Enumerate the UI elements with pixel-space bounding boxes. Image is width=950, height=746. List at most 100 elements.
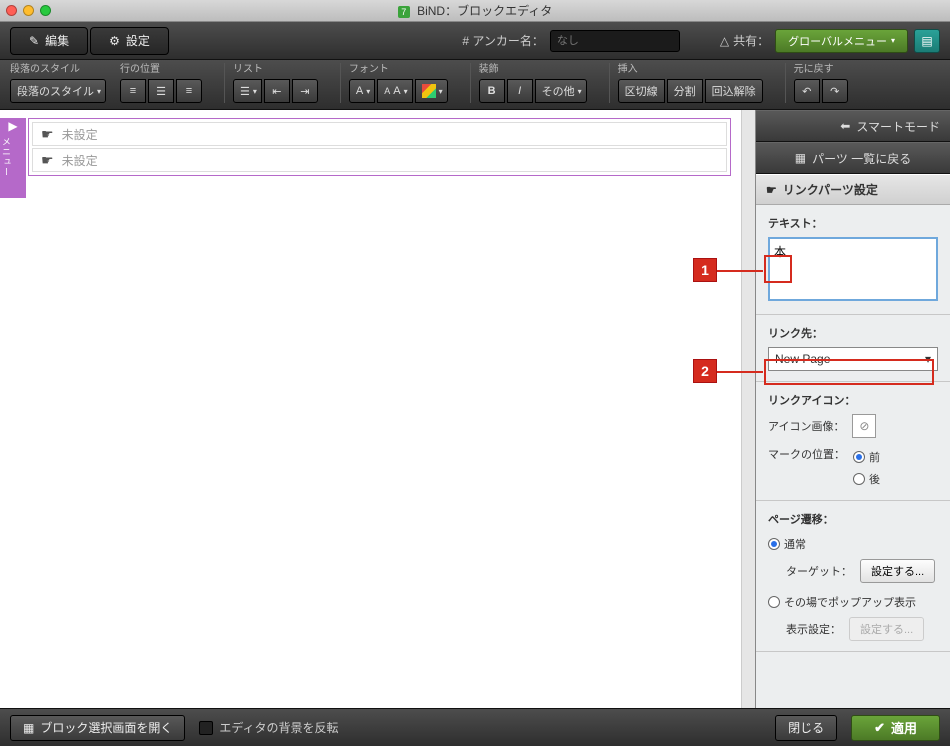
hr-button[interactable]: 区切線 (618, 79, 665, 103)
separator (609, 63, 610, 103)
radio-label: 前 (869, 449, 880, 465)
top-tab-bar: ✎ 編集 ⚙ 設定 # アンカー名： △ 共有： グローバルメニュー ▾ ▤ (0, 22, 950, 60)
tab-edit[interactable]: ✎ 編集 (10, 27, 88, 55)
group-label: リスト (233, 60, 318, 79)
button-label: グローバルメニュー (788, 33, 887, 49)
link-target-select[interactable]: New Page ▾ (768, 347, 938, 371)
font-family-dropdown[interactable]: A▾ (349, 79, 375, 103)
field-label: テキスト： (768, 215, 938, 231)
group-label: 元に戻す (794, 60, 848, 79)
list-icon: ☰ (240, 85, 250, 98)
play-icon: ▶ (0, 118, 26, 133)
mark-position-after[interactable]: 後 (853, 468, 880, 490)
window-title: 7 BiND：ブロックエディタ (0, 2, 950, 19)
row-label: 未設定 (62, 126, 98, 143)
font-size-dropdown[interactable]: AA▾ (377, 79, 412, 103)
help-icon-button[interactable]: ▤ (914, 29, 940, 53)
separator (785, 63, 786, 103)
display-settings-button: 設定する... (849, 617, 924, 641)
other-decoration-dropdown[interactable]: その他▾ (535, 79, 587, 103)
global-menu-button[interactable]: グローバルメニュー ▾ (775, 29, 908, 53)
share-icon: △ (720, 34, 729, 48)
align-left-icon: ≡ (130, 85, 136, 97)
radio-icon (768, 596, 780, 608)
bold-button[interactable]: B (479, 79, 505, 103)
align-right-icon: ≡ (186, 85, 192, 97)
transition-popup[interactable]: その場でポップアップ表示 (768, 591, 938, 613)
invert-bg-checkbox[interactable]: エディタの背景を反転 (199, 719, 338, 736)
radio-label: 通常 (784, 536, 806, 552)
window-titlebar: 7 BiND：ブロックエディタ (0, 0, 950, 22)
anchor-label: # アンカー名： (462, 32, 544, 49)
separator (340, 63, 341, 103)
back-to-parts-list-button[interactable]: ▦ パーツ 一覧に戻る (756, 142, 950, 174)
radio-label: 後 (869, 471, 880, 487)
font-color-dropdown[interactable]: ▾ (415, 79, 448, 103)
align-right-button[interactable]: ≡ (176, 79, 202, 103)
window-title-text: BiND：ブロックエディタ (417, 4, 552, 18)
panel-section-title: ☛ リンクパーツ設定 (756, 174, 950, 205)
align-center-button[interactable]: ☰ (148, 79, 174, 103)
group-label: 装飾 (479, 60, 587, 79)
tab-label: 編集 (45, 32, 69, 49)
side-panel: ⬅ スマートモード ▦ パーツ 一覧に戻る ☛ リンクパーツ設定 テキスト： リ… (755, 110, 950, 708)
italic-button[interactable]: I (507, 79, 533, 103)
smart-mode-button[interactable]: ⬅ スマートモード (756, 110, 950, 142)
undo-button[interactable]: ↶ (794, 79, 820, 103)
caret-down-icon: ▾ (366, 87, 370, 96)
block-side-strip[interactable]: ▶ メニュー (0, 118, 26, 198)
transition-normal[interactable]: 通常 (768, 533, 938, 555)
align-center-icon: ☰ (156, 85, 166, 98)
group-decoration: 装飾 B I その他▾ (479, 60, 587, 103)
button-label: ブロック選択画面を開く (40, 719, 172, 736)
link-part-row[interactable]: ☛ 未設定 (32, 148, 727, 172)
indent-button[interactable]: ⇥ (292, 79, 318, 103)
apply-button[interactable]: ✔ 適用 (851, 715, 940, 741)
page-transition-section: ページ遷移： 通常 ターゲット： 設定する... その場でポップアップ表示 表示… (756, 501, 950, 652)
group-label: フォント (349, 60, 448, 79)
sublabel: マークの位置： (768, 446, 845, 462)
separator (224, 63, 225, 103)
button-label: 適用 (891, 718, 917, 737)
grid-icon: ▦ (23, 721, 34, 735)
checkbox-label: エディタの背景を反転 (219, 719, 338, 736)
button-label: パーツ 一覧に戻る (812, 150, 911, 167)
caret-down-icon: ▾ (404, 87, 408, 96)
book-icon: ▤ (921, 34, 932, 48)
callout-line (717, 371, 763, 373)
callout-line (717, 270, 763, 272)
align-left-button[interactable]: ≡ (120, 79, 146, 103)
tab-settings[interactable]: ⚙ 設定 (90, 27, 169, 55)
callout-2: 2 (693, 359, 717, 383)
caret-down-icon: ▾ (97, 87, 101, 96)
icon-image-picker[interactable]: ⊘ (852, 414, 876, 438)
app-icon: 7 (398, 6, 410, 18)
close-button[interactable]: 閉じる (775, 715, 837, 741)
dropdown-label: 段落のスタイル (17, 83, 94, 99)
button-label: スマートモード (856, 118, 940, 135)
paragraph-style-dropdown[interactable]: 段落のスタイル ▾ (10, 79, 106, 103)
unwrap-button[interactable]: 回込解除 (705, 79, 763, 103)
group-label: 段落のスタイル (10, 60, 106, 79)
redo-button[interactable]: ↷ (822, 79, 848, 103)
editor-canvas[interactable]: ▶ メニュー ☛ 未設定 ☛ 未設定 (0, 110, 755, 708)
canvas-scrollbar[interactable] (741, 110, 755, 708)
separator (470, 63, 471, 103)
link-text-input[interactable] (768, 237, 938, 301)
field-label: ページ遷移： (768, 511, 938, 527)
open-block-select-button[interactable]: ▦ ブロック選択画面を開く (10, 715, 185, 741)
split-button[interactable]: 分割 (667, 79, 703, 103)
pencil-icon: ✎ (29, 34, 39, 48)
anchor-input[interactable] (550, 30, 680, 52)
select-value: New Page (775, 352, 830, 366)
group-label: 行の位置 (120, 60, 202, 79)
checkbox-icon (199, 721, 213, 735)
bullet-list-dropdown[interactable]: ☰▾ (233, 79, 262, 103)
mark-position-before[interactable]: 前 (853, 446, 880, 468)
target-settings-button[interactable]: 設定する... (860, 559, 935, 583)
outdent-button[interactable]: ⇤ (264, 79, 290, 103)
pointer-icon: ☛ (766, 183, 777, 197)
title-text: リンクパーツ設定 (783, 181, 878, 198)
sublabel: アイコン画像： (768, 418, 844, 434)
link-part-row[interactable]: ☛ 未設定 (32, 122, 727, 146)
